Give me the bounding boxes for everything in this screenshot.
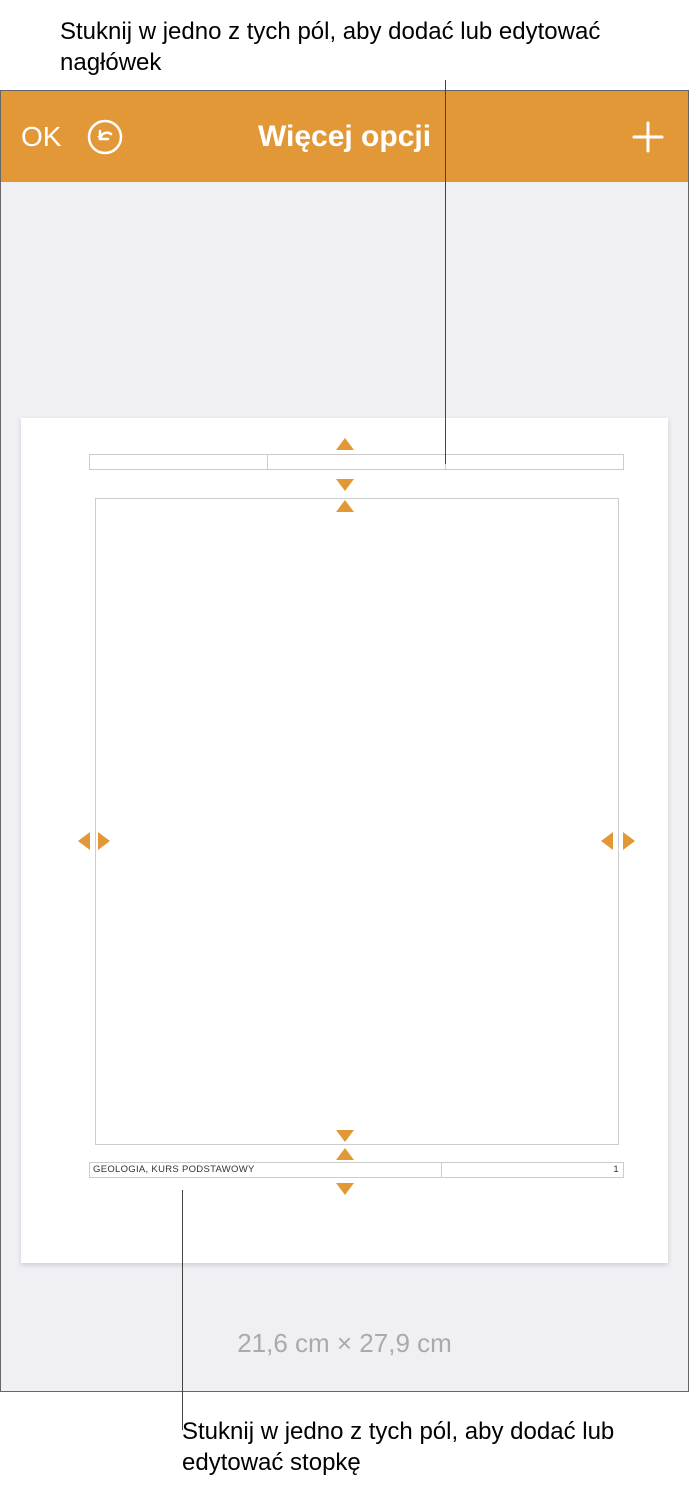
undo-icon (86, 118, 124, 156)
app-container: OK Więcej opcji (0, 90, 689, 1392)
plus-icon (631, 120, 665, 154)
margin-handle-icon[interactable] (336, 438, 354, 450)
page-dimensions: 21,6 cm × 27,9 cm (1, 1328, 688, 1359)
header-fields (89, 454, 624, 470)
callout-header-line (445, 80, 446, 464)
margin-handle-icon[interactable] (98, 832, 110, 850)
margin-handle-icon[interactable] (336, 1183, 354, 1195)
content-area (95, 498, 619, 1145)
page-preview: GEOLOGIA, KURS PODSTAWOWY 1 (21, 418, 668, 1263)
toolbar: OK Więcej opcji (1, 91, 688, 182)
margin-handle-icon[interactable] (336, 1148, 354, 1160)
margin-handle-icon[interactable] (623, 832, 635, 850)
callout-footer-line (182, 1190, 183, 1430)
header-field-right[interactable] (446, 455, 623, 469)
margin-handle-icon[interactable] (78, 832, 90, 850)
callout-header-text: Stuknij w jedno z tych pól, aby dodać lu… (0, 0, 689, 78)
margin-handle-icon[interactable] (336, 479, 354, 491)
footer-field-left[interactable]: GEOLOGIA, KURS PODSTAWOWY (90, 1163, 442, 1177)
header-field-center[interactable] (268, 455, 446, 469)
ok-button[interactable]: OK (21, 121, 61, 153)
undo-button[interactable] (85, 117, 125, 157)
margin-handle-icon[interactable] (336, 1130, 354, 1142)
footer-field-right[interactable]: 1 (442, 1163, 623, 1177)
add-button[interactable] (628, 117, 668, 157)
callout-footer-text: Stuknij w jedno z tych pól, aby dodać lu… (182, 1416, 649, 1478)
footer-fields: GEOLOGIA, KURS PODSTAWOWY 1 (89, 1162, 624, 1178)
margin-handle-icon[interactable] (601, 832, 613, 850)
header-field-left[interactable] (90, 455, 268, 469)
